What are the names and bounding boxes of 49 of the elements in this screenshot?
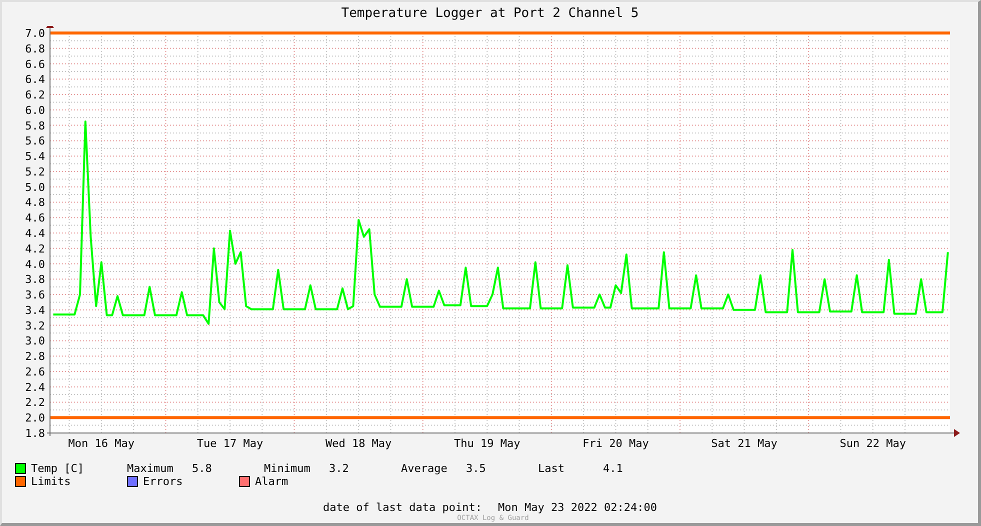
axis-label: 2.6	[25, 365, 45, 378]
stat-label: Last	[538, 462, 566, 475]
legend-label: Errors	[143, 475, 183, 488]
axis-label: 5.0	[25, 180, 45, 194]
axis-label: 3.8	[25, 273, 45, 286]
last-data-value: Mon May 23 2022 02:24:00	[498, 501, 657, 514]
axis-label: 6.4	[25, 73, 45, 86]
axis-label: 3.2	[25, 319, 45, 332]
legend-label: Temp [C]	[31, 462, 84, 475]
axis-label: 5.6	[25, 134, 45, 148]
stat-value: 3.5	[466, 462, 486, 475]
axis-label: 3.6	[25, 288, 45, 302]
stat-value: 5.8	[192, 462, 212, 475]
axis-label: 2.4	[25, 380, 45, 394]
axis-label: 5.2	[25, 165, 45, 178]
axis-label: 2.2	[25, 396, 45, 410]
axis-label: 6.6	[25, 58, 45, 71]
stat-value: 3.2	[329, 462, 349, 475]
axis-label: 5.8	[25, 119, 45, 132]
stat-label: Maximum	[127, 462, 174, 475]
stat-value: 4.1	[603, 462, 623, 475]
stat-label: Minimum	[264, 462, 312, 475]
axis-label: 7.0	[25, 27, 45, 40]
legend-label: Alarm	[255, 475, 288, 488]
axis-label: Mon 16 May	[68, 437, 135, 450]
axis-label: Tue 17 May	[196, 437, 264, 450]
axis-label: 4.4	[25, 227, 45, 240]
axis-label: 2.0	[25, 412, 45, 425]
stat-label: Average	[401, 462, 448, 475]
axis-label: 6.2	[25, 88, 45, 102]
axis-label: Wed 18 May	[325, 437, 392, 450]
chart-title: Temperature Logger at Port 2 Channel 5	[340, 5, 640, 23]
axis-label: Fri 20 May	[582, 437, 649, 450]
legend-label: Limits	[31, 475, 71, 488]
axis-label: 3.0	[25, 334, 45, 348]
axis-label: 4.0	[25, 258, 45, 271]
axis-label: 3.4	[25, 304, 45, 317]
axis-label: 6.8	[25, 42, 45, 56]
axis-label: 4.2	[25, 242, 45, 256]
axis-label: 1.8	[25, 427, 45, 440]
axis-label: Sun 22 May	[840, 437, 906, 450]
axis-label: 5.4	[25, 150, 45, 164]
last-data-label: date of last data point:	[323, 501, 482, 514]
axis-label: Sat 21 May	[711, 437, 778, 450]
axis-label: 4.8	[25, 196, 45, 210]
axis-label: Thu 19 May	[454, 437, 520, 450]
axis-label: 4.6	[25, 212, 45, 225]
axis-label: 2.8	[25, 350, 45, 364]
axis-label: 6.0	[25, 104, 45, 117]
